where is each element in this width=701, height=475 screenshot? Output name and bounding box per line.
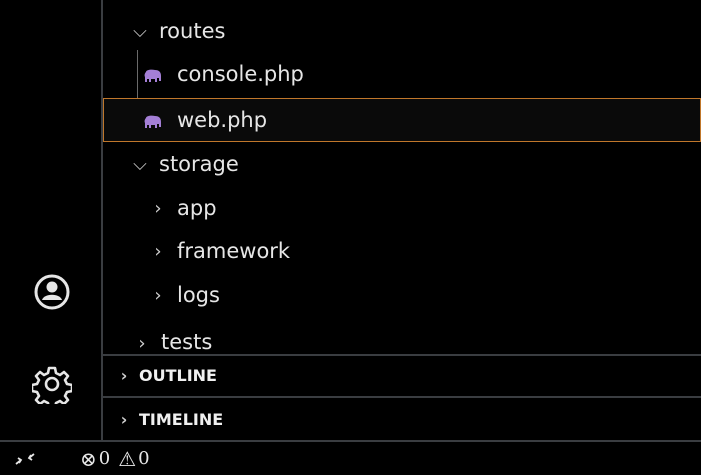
tree-item-label: framework	[177, 239, 291, 263]
tree-item-label: routes	[159, 19, 226, 43]
tree-folder-framework[interactable]: › framework	[103, 229, 701, 273]
chevron-down-icon: ⌵	[133, 153, 147, 175]
php-elephant-icon	[143, 112, 163, 128]
gear-icon[interactable]	[30, 362, 74, 406]
chevron-right-icon: ›	[138, 333, 146, 354]
tree-item-label: app	[177, 196, 217, 220]
chevron-right-icon: ›	[154, 197, 162, 219]
chevron-right-icon: ›	[154, 240, 162, 262]
section-label: OUTLINE	[139, 365, 217, 385]
php-elephant-icon	[143, 66, 163, 82]
tree-item-label: console.php	[177, 62, 304, 86]
chevron-right-icon: ›	[120, 409, 128, 429]
problems-indicator[interactable]: ⊗ 0 ⚠ 0	[80, 447, 158, 471]
section-timeline[interactable]: › TIMELINE	[103, 396, 701, 440]
tree-item-label: tests	[161, 330, 213, 354]
tree-folder-logs[interactable]: › logs	[103, 273, 701, 317]
tree-file-web-php[interactable]: web.php	[103, 98, 701, 142]
section-label: TIMELINE	[139, 409, 224, 429]
error-icon: ⊗	[80, 446, 97, 471]
tree-file-console-php[interactable]: console.php	[103, 52, 701, 96]
remote-icon[interactable]	[0, 442, 50, 475]
tree-folder-routes[interactable]: ⌵ routes	[103, 9, 701, 53]
tree-item-label: web.php	[177, 108, 268, 132]
tree-folder-app[interactable]: › app	[103, 186, 701, 230]
account-icon[interactable]	[30, 270, 74, 314]
activity-bar	[0, 0, 103, 440]
tree-item-label: storage	[159, 152, 239, 176]
tree-folder-storage[interactable]: ⌵ storage	[103, 142, 701, 186]
explorer-panel: ⌵ routes console.php web.php ⌵ storage ›…	[103, 0, 701, 440]
tree-item-label: logs	[177, 283, 220, 307]
tree-folder-tests[interactable]: › tests	[103, 318, 701, 354]
error-count: 0	[98, 448, 111, 469]
chevron-right-icon: ›	[154, 284, 162, 306]
vscode-window: ⌵ routes console.php web.php ⌵ storage ›…	[0, 0, 701, 475]
chevron-right-icon: ›	[120, 365, 128, 385]
chevron-down-icon: ⌵	[133, 20, 147, 42]
warning-icon: ⚠	[118, 446, 137, 471]
warning-count: 0	[138, 448, 150, 469]
status-bar: ⊗ 0 ⚠ 0	[0, 440, 701, 475]
section-outline[interactable]: › OUTLINE	[103, 354, 701, 394]
